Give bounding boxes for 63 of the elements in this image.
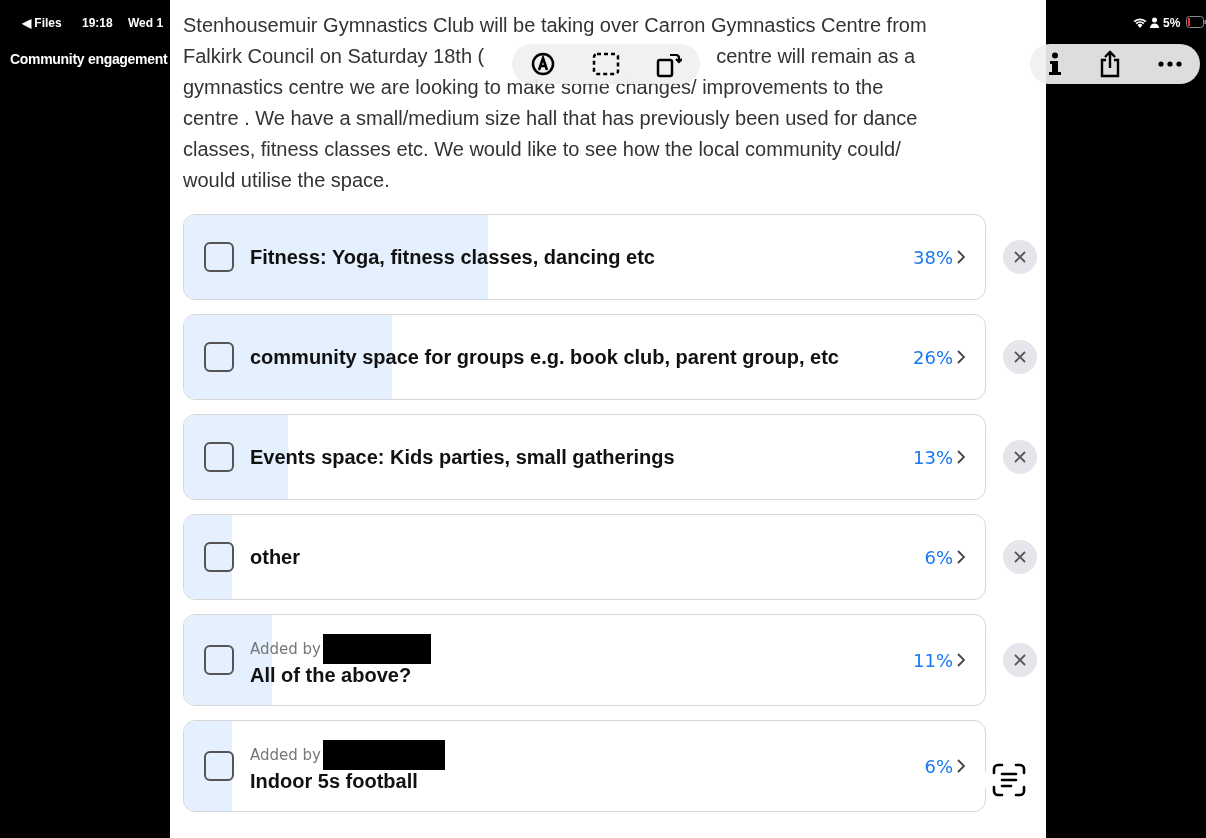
selection-icon[interactable] [592, 52, 620, 76]
chevron-icon [957, 350, 965, 364]
option-label: All of the above? [250, 663, 413, 687]
remove-button[interactable] [1003, 643, 1037, 677]
checkbox[interactable] [204, 342, 234, 372]
wifi-icon [1133, 17, 1147, 28]
vote-percent[interactable]: 6% [924, 546, 953, 568]
battery-percent: 5% [1163, 16, 1181, 30]
checkbox[interactable] [204, 442, 234, 472]
added-by-label: Added by [250, 639, 321, 658]
share-icon[interactable] [1099, 50, 1121, 78]
checkbox[interactable] [204, 645, 234, 675]
option-label: community space for groups e.g. book club, parent group, etc [250, 345, 840, 369]
poll-option[interactable]: Events space: Kids parties, small gatherings 13% [183, 414, 986, 500]
document-title: Community engagement [10, 51, 168, 67]
vote-percent[interactable]: 6% [924, 755, 953, 777]
live-text-icon[interactable] [992, 763, 1026, 797]
description-text: gymnastics centre we are looking to make some changes/ improvements to the [183, 75, 884, 100]
close-icon [1014, 451, 1026, 463]
added-by-label: Added by [250, 745, 321, 764]
remove-button[interactable] [1003, 340, 1037, 374]
description-text: would utilise the space. [183, 168, 390, 193]
info-icon[interactable] [1048, 52, 1063, 76]
option-label: Fitness: Yoga, fitness classes, dancing etc [250, 245, 656, 269]
description-text: Falkirk Council on Saturday 18th ( [183, 44, 485, 69]
poll-option[interactable]: other 6% [183, 514, 986, 600]
status-time: 19:18 [82, 16, 113, 30]
description-text: centre . We have a small/medium size hall that has previously been used for dance [183, 106, 918, 131]
poll-option[interactable]: community space for groups e.g. book club, parent group, etc 26% [183, 314, 986, 400]
close-icon [1014, 654, 1026, 666]
person-icon [1150, 17, 1159, 28]
more-icon[interactable] [1157, 61, 1182, 67]
vote-percent[interactable]: 38% [913, 246, 953, 268]
option-label: other [250, 545, 301, 569]
option-label: Indoor 5s football [250, 769, 419, 793]
chevron-icon [957, 759, 965, 773]
poll-option[interactable]: Added by Indoor 5s football 6% [183, 720, 986, 812]
remove-button[interactable] [1003, 240, 1037, 274]
status-date: Wed 1 [128, 16, 164, 30]
checkbox[interactable] [204, 542, 234, 572]
checkbox[interactable] [204, 751, 234, 781]
markup-icon[interactable] [530, 51, 556, 77]
battery-icon [1186, 16, 1206, 28]
remove-button[interactable] [1003, 540, 1037, 574]
poll-option[interactable]: Fitness: Yoga, fitness classes, dancing etc 38% [183, 214, 986, 300]
checkbox[interactable] [204, 242, 234, 272]
vote-percent[interactable]: 13% [913, 446, 953, 468]
description-text: centre will remain as a [716, 44, 916, 69]
back-link[interactable]: ◀ Files [22, 16, 62, 30]
chevron-icon [957, 450, 965, 464]
description-text: classes, fitness classes etc. We would like to see how the local community could/ [183, 137, 901, 162]
close-icon [1014, 251, 1026, 263]
vote-percent[interactable]: 11% [913, 649, 953, 671]
option-label: Events space: Kids parties, small gatherings [250, 445, 676, 469]
remove-button[interactable] [1003, 440, 1037, 474]
vote-percent[interactable]: 26% [913, 346, 953, 368]
chevron-icon [957, 550, 965, 564]
close-icon [1014, 551, 1026, 563]
poll-option[interactable]: Added by All of the above? 11% [183, 614, 986, 706]
close-icon [1014, 351, 1026, 363]
chevron-icon [957, 250, 965, 264]
chevron-icon [957, 653, 965, 667]
description-text: Stenhousemuir Gymnastics Club will be taking over Carron Gymnastics Centre from [183, 13, 927, 38]
